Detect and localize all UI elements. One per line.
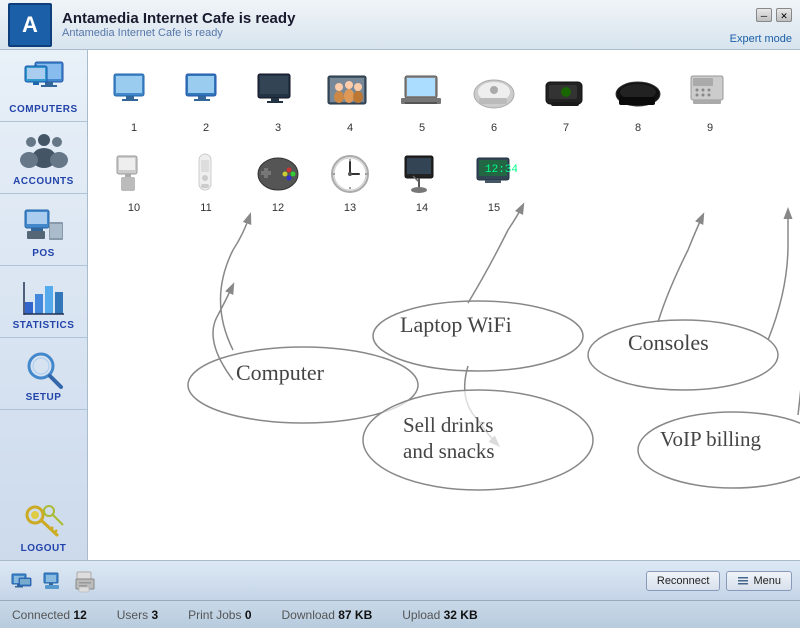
device-num-9: 9: [707, 122, 713, 134]
app-subtitle: Antamedia Internet Cafe is ready: [62, 27, 295, 39]
menu-button[interactable]: Menu: [726, 571, 792, 591]
connected-value: 12: [73, 608, 86, 622]
device-num-7: 7: [563, 122, 569, 134]
pos-label: POS: [32, 248, 55, 259]
svg-text:Consoles: Consoles: [628, 330, 709, 355]
sidebar-item-accounts[interactable]: ACCOUNTS: [0, 122, 87, 194]
download-label: Download: [282, 608, 335, 622]
device-num-10: 10: [128, 202, 140, 214]
main-area: COMPUTERS ACCOUNTS: [0, 50, 800, 560]
network-icon[interactable]: [8, 567, 36, 595]
device-num-4: 4: [347, 122, 353, 134]
device-num-2: 2: [203, 122, 209, 134]
printjobs-label: Print Jobs: [188, 608, 241, 622]
reconnect-button[interactable]: Reconnect: [646, 571, 721, 591]
device-5[interactable]: 5: [386, 58, 458, 138]
bottom-toolbar: Reconnect Menu: [0, 560, 800, 600]
title-bar: A Antamedia Internet Cafe is ready Antam…: [0, 0, 800, 50]
device-num-13: 13: [344, 202, 356, 214]
device-3[interactable]: 3: [242, 58, 314, 138]
device-num-5: 5: [419, 122, 425, 134]
printjobs-status: Print Jobs 0: [188, 608, 251, 622]
download-status: Download 87 KB: [282, 608, 373, 622]
status-bar: Connected 12 Users 3 Print Jobs 0 Downlo…: [0, 600, 800, 628]
device-14[interactable]: 14: [386, 138, 458, 218]
connected-label: Connected: [12, 608, 70, 622]
device-11[interactable]: 11: [170, 138, 242, 218]
toolbar-icons: [8, 567, 100, 595]
logo-letter: A: [22, 12, 38, 38]
device-grid: 1 2: [88, 50, 800, 218]
device-15[interactable]: 12:34 15: [458, 138, 530, 218]
window-controls[interactable]: ─ ✕: [756, 8, 792, 22]
device-num-14: 14: [416, 202, 428, 214]
users-value: 3: [151, 608, 158, 622]
device-1[interactable]: 1: [98, 58, 170, 138]
svg-text:12:34: 12:34: [485, 164, 518, 176]
device-13[interactable]: 13: [314, 138, 386, 218]
bottom-right-buttons: Reconnect Menu: [646, 571, 792, 591]
setup-label: SETUP: [26, 392, 62, 403]
content-area: 1 2: [88, 50, 800, 560]
device-num-3: 3: [275, 122, 281, 134]
app-title: Antamedia Internet Cafe is ready: [62, 10, 295, 27]
device-4[interactable]: 4: [314, 58, 386, 138]
users-toolbar-icon[interactable]: [40, 567, 68, 595]
svg-text:and snacks: and snacks: [403, 439, 495, 463]
device-num-11: 11: [200, 202, 211, 214]
setup-icon: [16, 346, 72, 390]
svg-text:Laptop WiFi: Laptop WiFi: [400, 312, 512, 337]
device-12[interactable]: 12: [242, 138, 314, 218]
accounts-label: ACCOUNTS: [13, 176, 74, 187]
svg-text:VoIP billing: VoIP billing: [660, 427, 761, 451]
app-logo: A: [8, 3, 52, 47]
upload-label: Upload: [402, 608, 440, 622]
users-label: Users: [117, 608, 148, 622]
users-status: Users 3: [117, 608, 158, 622]
device-num-1: 1: [131, 122, 137, 134]
statistics-icon: [16, 274, 72, 318]
expert-mode-link[interactable]: Expert mode: [730, 33, 792, 45]
device-2[interactable]: 2: [170, 58, 242, 138]
sidebar-item-logout[interactable]: LOGOUT: [0, 491, 87, 560]
close-button[interactable]: ✕: [776, 8, 792, 22]
minimize-button[interactable]: ─: [756, 8, 772, 22]
printjobs-value: 0: [245, 608, 252, 622]
upload-value: 32 KB: [444, 608, 478, 622]
device-10[interactable]: 10: [98, 138, 170, 218]
sidebar: COMPUTERS ACCOUNTS: [0, 50, 88, 560]
download-value: 87 KB: [338, 608, 372, 622]
device-6[interactable]: 6: [458, 58, 530, 138]
device-7[interactable]: 7: [530, 58, 602, 138]
connected-status: Connected 12: [12, 608, 87, 622]
logout-icon: [16, 497, 72, 541]
device-num-12: 12: [272, 202, 284, 214]
device-num-8: 8: [635, 122, 641, 134]
sidebar-item-pos[interactable]: POS: [0, 194, 87, 266]
statistics-label: STATISTICS: [13, 320, 75, 331]
sidebar-item-computers[interactable]: COMPUTERS: [0, 50, 87, 122]
device-num-15: 15: [488, 202, 500, 214]
logout-label: LOGOUT: [21, 543, 67, 554]
computers-label: COMPUTERS: [9, 104, 77, 115]
sidebar-item-statistics[interactable]: STATISTICS: [0, 266, 87, 338]
menu-label: Menu: [753, 575, 781, 587]
pos-icon: [16, 202, 72, 246]
sidebar-item-setup[interactable]: SETUP: [0, 338, 87, 410]
accounts-icon: [16, 130, 72, 174]
upload-status: Upload 32 KB: [402, 608, 477, 622]
device-9[interactable]: 9: [674, 58, 746, 138]
print-toolbar-icon[interactable]: [72, 567, 100, 595]
svg-text:Computer: Computer: [236, 360, 325, 385]
menu-icon: [737, 575, 749, 587]
device-num-6: 6: [491, 122, 497, 134]
computers-icon: [16, 58, 72, 102]
device-8[interactable]: 8: [602, 58, 674, 138]
svg-text:Sell drinks: Sell drinks: [403, 413, 493, 437]
